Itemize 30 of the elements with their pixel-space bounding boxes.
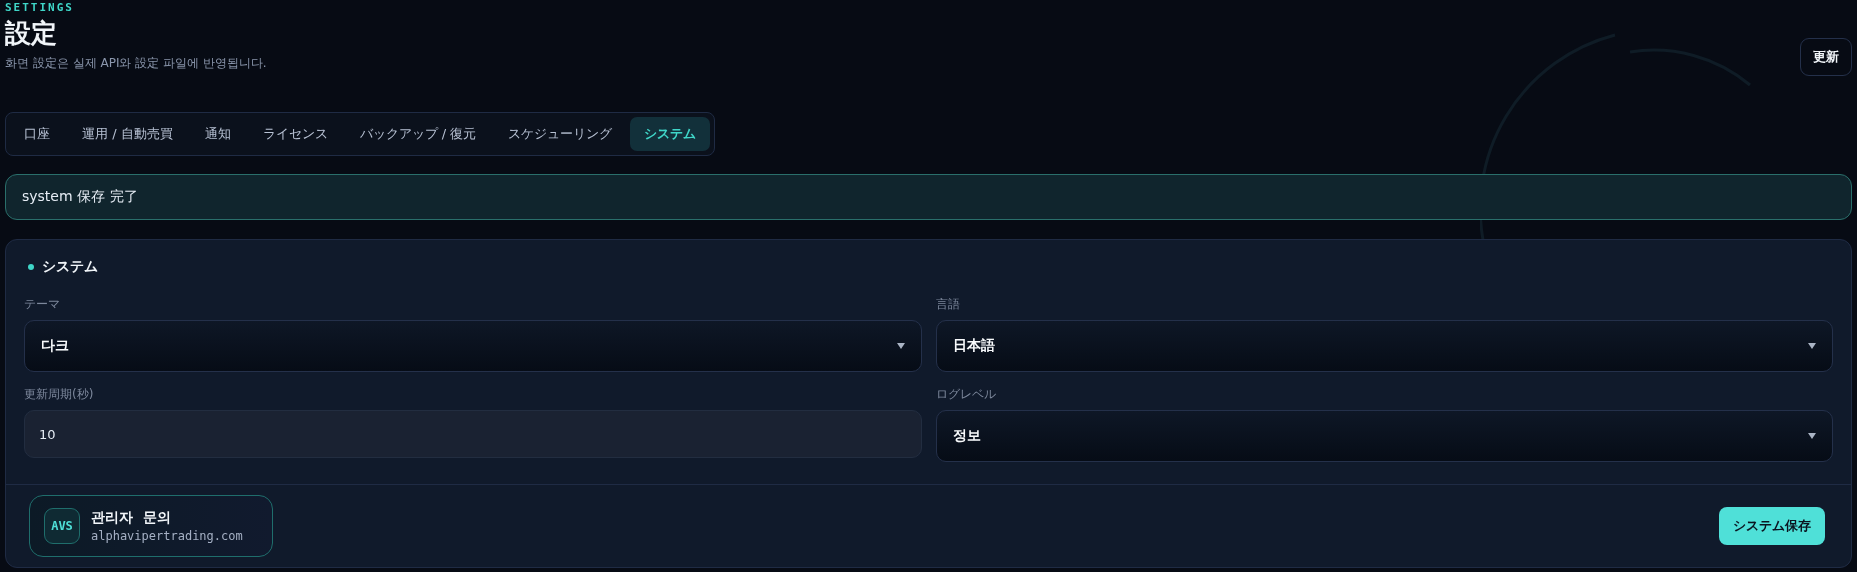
logo-badge: AVS — [44, 508, 80, 544]
field-label: 更新周期(秒) — [24, 386, 95, 403]
tab[interactable]: バックアップ / 復元 — [345, 117, 491, 151]
tab[interactable]: 口座 — [10, 117, 64, 151]
tab[interactable]: スケジューリング — [494, 117, 627, 151]
tab[interactable]: 運用 / 自動売買 — [68, 117, 187, 151]
tab[interactable]: 通知 — [190, 117, 245, 151]
contact-card[interactable]: AVS 관리자 문의 alphavipertrading.com — [29, 495, 273, 557]
alert-message: system 保存 完了 — [22, 188, 138, 206]
caret-icon — [1808, 343, 1816, 349]
select-field[interactable]: 정보 — [935, 410, 1833, 462]
save-button[interactable]: システム保存 — [1719, 507, 1825, 545]
field-label: テーマ — [24, 296, 61, 313]
caret-icon — [896, 343, 905, 349]
field-label: 言語 — [935, 296, 961, 313]
contact-domain: alphavipertrading.com — [91, 529, 243, 543]
tab[interactable]: システム — [630, 117, 711, 151]
refresh-button[interactable]: 更新 — [1800, 38, 1852, 76]
contact-title: 관리자 문의 — [91, 509, 172, 527]
field-label: ログレベル — [935, 386, 997, 403]
page-subtitle: 화면 設定은 실제 API와 設定 파일에 반영됩니다. — [5, 55, 267, 72]
panel-title: システム — [42, 258, 98, 276]
select-field[interactable]: 日本語 — [935, 320, 1833, 372]
input-field[interactable]: 10 — [24, 410, 922, 458]
select-field[interactable]: 다크 — [24, 320, 922, 372]
tab[interactable]: ライセンス — [248, 117, 342, 151]
page-eyebrow: SETTINGS — [5, 1, 75, 14]
page-title: 設定 — [5, 17, 58, 50]
caret-icon — [1808, 433, 1816, 439]
bullet-icon — [28, 264, 34, 270]
